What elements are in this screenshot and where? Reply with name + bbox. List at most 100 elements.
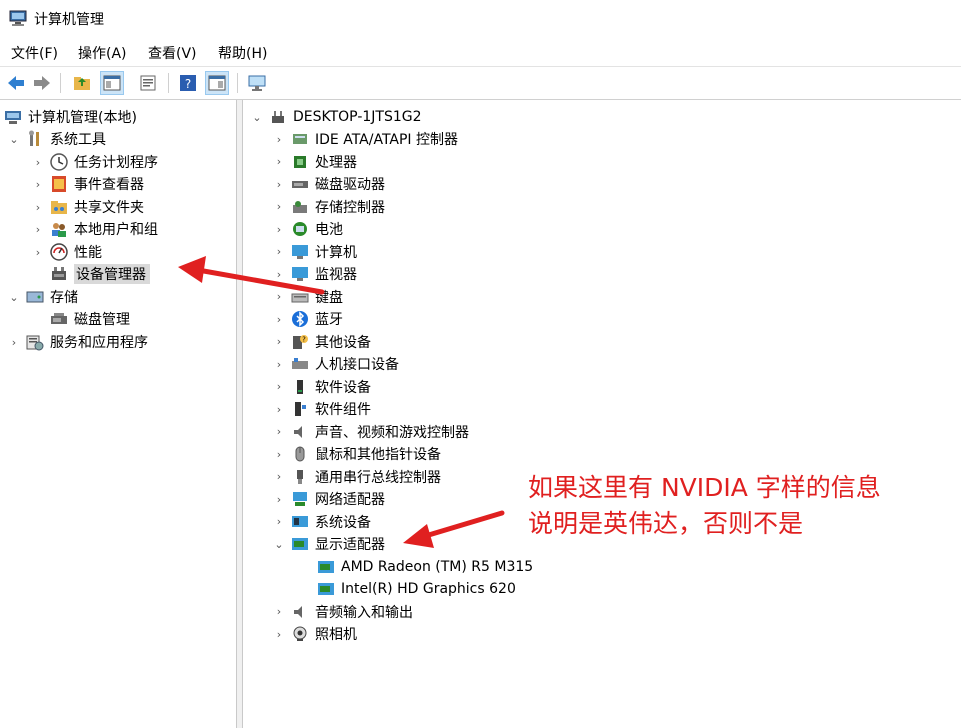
chevron-right-icon[interactable]: › — [273, 218, 285, 240]
sound-icon — [294, 425, 302, 438]
menu-view[interactable]: 查看(V) — [148, 43, 197, 63]
chevron-right-icon[interactable]: › — [273, 511, 285, 533]
chevron-right-icon[interactable]: › — [273, 196, 285, 218]
chevron-down-icon[interactable]: ⌄ — [273, 533, 285, 555]
device-category[interactable]: › 网络适配器 — [273, 488, 385, 510]
device-category[interactable]: › 监视器 — [273, 263, 357, 285]
device-category[interactable]: › 照相机 — [273, 623, 357, 645]
chevron-right-icon[interactable]: › — [32, 151, 44, 173]
chevron-down-icon[interactable]: ⌄ — [251, 106, 263, 128]
chevron-right-icon[interactable]: › — [273, 151, 285, 173]
chevron-right-icon[interactable]: › — [273, 398, 285, 420]
chevron-right-icon[interactable]: › — [273, 466, 285, 488]
chevron-right-icon[interactable]: › — [273, 241, 285, 263]
device-category[interactable]: › 蓝牙 — [273, 308, 343, 330]
menu-action[interactable]: 操作(A) — [78, 43, 127, 63]
chevron-right-icon[interactable]: › — [273, 308, 285, 330]
device-category-label: 键盘 — [315, 289, 343, 306]
chevron-right-icon[interactable]: › — [273, 173, 285, 195]
back-arrow-icon[interactable] — [4, 71, 28, 95]
tree-services-apps-label: 服务和应用程序 — [50, 335, 148, 351]
device-category[interactable]: ›? 其他设备 — [273, 331, 371, 353]
device-category[interactable]: › 键盘 — [273, 286, 343, 308]
tree-device-manager[interactable]: 设备管理器 — [50, 263, 150, 285]
menu-bar: 文件(F) 操作(A) 查看(V) 帮助(H) — [0, 38, 961, 66]
device-category-label: 计算机 — [315, 244, 357, 261]
processor-icon — [294, 155, 306, 168]
chevron-right-icon[interactable]: › — [273, 263, 285, 285]
chevron-right-icon[interactable]: › — [32, 196, 44, 218]
navigation-tree: 计算机管理(本地) ⌄ 系统工具 › 任务计划程序 › 事件查看器 › 共享文件… — [0, 100, 237, 728]
monitor-icon[interactable] — [245, 71, 269, 95]
tree-storage[interactable]: ⌄ 存储 — [8, 286, 78, 308]
bluetooth-icon — [292, 311, 308, 327]
keyboard-icon — [291, 293, 309, 302]
device-category[interactable]: › 声音、视频和游戏控制器 — [273, 421, 469, 443]
device-category-label: 软件设备 — [315, 379, 371, 396]
device-category-label: 处理器 — [315, 154, 357, 171]
chevron-right-icon[interactable]: › — [273, 286, 285, 308]
device-category-label: IDE ATA/ATAPI 控制器 — [315, 132, 459, 148]
device-category[interactable]: › 磁盘驱动器 — [273, 173, 385, 195]
tree-shared-folders[interactable]: › 共享文件夹 — [32, 196, 144, 218]
chevron-right-icon[interactable]: › — [273, 353, 285, 375]
tree-performance[interactable]: › 性能 — [32, 241, 102, 263]
forward-arrow-icon[interactable] — [30, 71, 54, 95]
chevron-right-icon[interactable]: › — [273, 376, 285, 398]
software-device-icon — [297, 379, 303, 394]
annotation-note: 如果这里有 NVIDIA 字样的信息 说明是英伟达，否则不是 — [528, 470, 881, 542]
show-hide-tree-icon[interactable] — [100, 71, 124, 95]
tree-services-apps[interactable]: › 服务和应用程序 — [8, 331, 148, 353]
chevron-right-icon[interactable]: › — [32, 173, 44, 195]
tree-disk-management[interactable]: 磁盘管理 — [50, 308, 130, 330]
annotation-line-1: 如果这里有 NVIDIA 字样的信息 — [528, 473, 881, 502]
display-adapter-item[interactable]: AMD Radeon (TM) R5 M315 — [317, 556, 533, 578]
menu-help[interactable]: 帮助(H) — [218, 43, 267, 63]
menu-file[interactable]: 文件(F) — [11, 43, 58, 63]
device-root[interactable]: ⌄ DESKTOP-1JTS1G2 — [251, 106, 421, 128]
device-category[interactable]: › 系统设备 — [273, 511, 371, 533]
device-category-label: 系统设备 — [315, 514, 371, 531]
device-category[interactable]: › 存储控制器 — [273, 196, 385, 218]
chevron-right-icon[interactable]: › — [273, 128, 285, 150]
tree-task-scheduler-label: 任务计划程序 — [74, 155, 158, 171]
chevron-right-icon[interactable]: › — [273, 623, 285, 645]
chevron-down-icon[interactable]: ⌄ — [8, 128, 20, 150]
tree-local-users[interactable]: › 本地用户和组 — [32, 218, 158, 240]
chevron-right-icon[interactable]: › — [273, 601, 285, 623]
chevron-right-icon[interactable]: › — [8, 331, 20, 353]
device-category[interactable]: › 计算机 — [273, 241, 357, 263]
computer-display-icon — [292, 244, 308, 259]
tree-system-tools[interactable]: ⌄ 系统工具 — [8, 128, 106, 150]
help-icon[interactable]: ? — [176, 71, 200, 95]
device-category[interactable]: › 软件设备 — [273, 376, 371, 398]
display-adapter-item[interactable]: Intel(R) HD Graphics 620 — [317, 578, 516, 600]
device-category[interactable]: › IDE ATA/ATAPI 控制器 — [273, 128, 458, 150]
chevron-right-icon[interactable]: › — [273, 421, 285, 443]
annotation-line-2: 说明是英伟达，否则不是 — [528, 509, 804, 538]
tree-system-tools-label: 系统工具 — [50, 132, 106, 148]
title-bar: 计算机管理 — [0, 0, 961, 38]
device-category[interactable]: › 音频输入和输出 — [273, 601, 413, 623]
device-category[interactable]: ⌄ 显示适配器 — [273, 533, 385, 555]
action-pane-icon[interactable] — [205, 71, 229, 95]
device-category[interactable]: › 软件组件 — [273, 398, 371, 420]
chevron-right-icon[interactable]: › — [273, 443, 285, 465]
chevron-right-icon[interactable]: › — [273, 331, 285, 353]
chevron-down-icon[interactable]: ⌄ — [8, 286, 20, 308]
up-folder-icon[interactable] — [70, 71, 94, 95]
chevron-right-icon[interactable]: › — [273, 488, 285, 510]
device-category[interactable]: › 鼠标和其他指针设备 — [273, 443, 441, 465]
device-manager-icon — [52, 267, 66, 280]
device-category[interactable]: › 人机接口设备 — [273, 353, 399, 375]
tree-event-viewer[interactable]: › 事件查看器 — [32, 173, 144, 195]
software-component-icon — [295, 402, 306, 416]
device-category[interactable]: › 电池 — [273, 218, 343, 240]
tree-root[interactable]: 计算机管理(本地) — [4, 106, 137, 128]
chevron-right-icon[interactable]: › — [32, 241, 44, 263]
chevron-right-icon[interactable]: › — [32, 218, 44, 240]
device-category[interactable]: › 处理器 — [273, 151, 357, 173]
tree-task-scheduler[interactable]: › 任务计划程序 — [32, 151, 158, 173]
device-category[interactable]: › 通用串行总线控制器 — [273, 466, 441, 488]
properties-icon[interactable] — [136, 71, 160, 95]
